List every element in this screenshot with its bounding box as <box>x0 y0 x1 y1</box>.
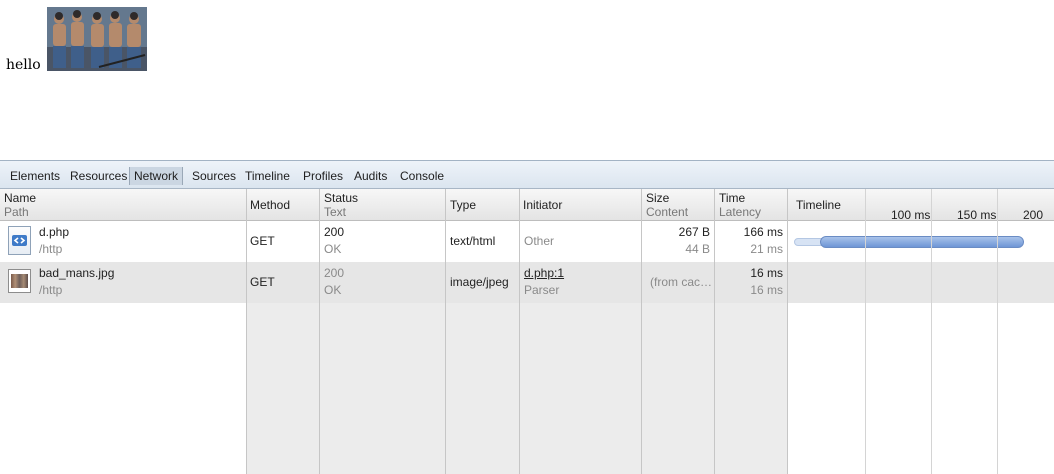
column-divider[interactable] <box>714 189 715 474</box>
tab-resources[interactable]: Resources <box>68 167 129 185</box>
request-status-text: OK <box>324 283 342 297</box>
column-header-size[interactable]: Size Content <box>642 189 715 220</box>
devtools-panel: Elements Resources Network Sources Timel… <box>0 160 1054 474</box>
request-initiator: Other <box>524 234 555 248</box>
request-path: /http <box>39 242 63 256</box>
request-name: bad_mans.jpg <box>39 266 115 280</box>
timeline-gridline <box>865 189 866 474</box>
timeline-receiving-bar <box>820 236 1024 248</box>
column-header-type[interactable]: Type <box>446 189 520 220</box>
column-divider[interactable] <box>319 189 320 474</box>
request-size: 267 B <box>678 225 710 239</box>
request-path: /http <box>39 283 63 297</box>
column-header-time[interactable]: Time Latency <box>715 189 788 220</box>
request-initiator-type: Parser <box>524 283 560 297</box>
column-header-name[interactable]: Name Path <box>0 189 246 220</box>
table-row[interactable]: bad_mans.jpg /http GET 200 OK image/jpeg… <box>0 262 1054 303</box>
column-header-initiator-title: Initiator <box>523 198 563 212</box>
column-header-time-title: Time <box>719 191 746 205</box>
request-content-size: 44 B <box>685 242 710 256</box>
column-header-status[interactable]: Status Text <box>320 189 446 220</box>
tab-network[interactable]: Network <box>129 167 184 185</box>
column-header-status-title: Status <box>324 191 359 205</box>
column-header-method-title: Method <box>250 198 291 212</box>
hello-text: hello <box>6 57 41 73</box>
column-header-time-sub: Latency <box>719 205 762 219</box>
timeline-tick-100: 100 ms <box>891 208 931 222</box>
request-type: image/jpeg <box>450 275 509 289</box>
request-type: text/html <box>450 234 496 248</box>
request-status: 200 <box>324 266 345 280</box>
column-divider[interactable] <box>445 189 446 474</box>
column-header-initiator[interactable]: Initiator <box>519 189 642 220</box>
timeline-gridline <box>997 189 998 474</box>
devtools-tab-bar: Elements Resources Network Sources Timel… <box>0 161 1054 189</box>
tab-sources[interactable]: Sources <box>190 167 238 185</box>
request-initiator-link[interactable]: d.php:1 <box>524 266 564 280</box>
column-divider[interactable] <box>246 189 247 474</box>
column-divider[interactable] <box>519 189 520 474</box>
tab-timeline[interactable]: Timeline <box>243 167 292 185</box>
request-name: d.php <box>39 225 70 239</box>
table-row[interactable]: d.php /http GET 200 OK text/html Other 2… <box>0 221 1054 262</box>
column-header-status-sub: Text <box>324 205 347 219</box>
network-grid: Name Path Method Status Text Type Initia… <box>0 189 1054 474</box>
tab-audits[interactable]: Audits <box>352 167 389 185</box>
timeline-tick-150: 150 ms <box>957 208 997 222</box>
column-header-method[interactable]: Method <box>246 189 320 220</box>
timeline-gridline <box>931 189 932 474</box>
request-time: 166 ms <box>743 225 783 239</box>
page-image <box>47 7 147 71</box>
request-method: GET <box>250 275 275 289</box>
page-viewport: hello <box>0 0 1054 160</box>
column-header-type-title: Type <box>450 198 477 212</box>
column-divider[interactable] <box>641 189 642 474</box>
request-latency: 16 ms <box>750 283 783 297</box>
column-header-name-title: Name <box>4 191 37 205</box>
request-status: 200 <box>324 225 345 239</box>
request-latency: 21 ms <box>750 242 783 256</box>
column-header-size-title: Size <box>646 191 670 205</box>
tab-elements[interactable]: Elements <box>8 167 62 185</box>
request-size: (from cac… <box>650 275 713 289</box>
column-header-timeline-title: Timeline <box>796 198 841 212</box>
tab-console[interactable]: Console <box>398 167 446 185</box>
column-divider[interactable] <box>787 189 788 474</box>
request-time: 16 ms <box>750 266 783 280</box>
request-method: GET <box>250 234 275 248</box>
document-icon <box>8 226 31 255</box>
tab-profiles[interactable]: Profiles <box>301 167 345 185</box>
image-icon <box>8 269 31 293</box>
column-header-name-sub: Path <box>4 205 29 219</box>
column-header-size-sub: Content <box>646 205 689 219</box>
request-status-text: OK <box>324 242 342 256</box>
network-grid-header: Name Path Method Status Text Type Initia… <box>0 189 1054 236</box>
